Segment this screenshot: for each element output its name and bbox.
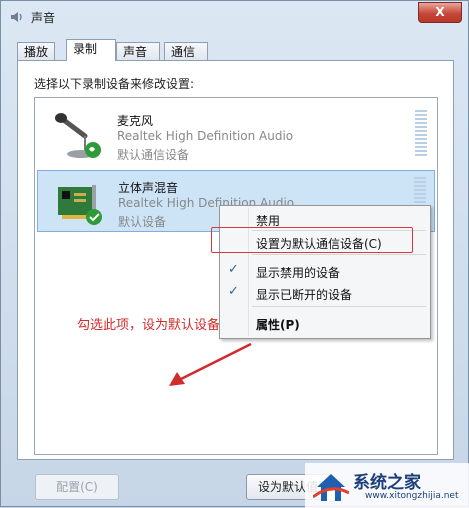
close-button[interactable]: X bbox=[418, 2, 462, 23]
watermark-url: www.xitongzhijia.net bbox=[365, 491, 459, 501]
context-menu: 禁用 设置为默认通信设备(C) ✓ 显示禁用的设备 ✓ 显示已断开的设备 属性(… bbox=[219, 205, 431, 339]
microphone-icon bbox=[55, 113, 101, 158]
device-description: Realtek High Definition Audio bbox=[117, 129, 294, 143]
speaker-icon bbox=[11, 12, 22, 22]
tab-recording[interactable]: 录制 bbox=[66, 39, 116, 61]
menu-item-show-disconnected[interactable]: 显示已断开的设备 bbox=[256, 286, 352, 303]
annotation-arrow bbox=[169, 342, 252, 386]
level-meter bbox=[415, 110, 427, 158]
device-status: 默认设备 bbox=[118, 215, 167, 229]
tab-communications[interactable]: 通信 bbox=[164, 42, 208, 60]
device-status: 默认通信设备 bbox=[117, 148, 190, 162]
panel-instruction: 选择以下录制设备来修改设置: bbox=[34, 77, 195, 91]
tab-sounds[interactable]: 声音 bbox=[116, 42, 160, 60]
device-name: 立体声混音 bbox=[118, 181, 179, 195]
menu-item-show-disabled[interactable]: 显示禁用的设备 bbox=[256, 264, 340, 281]
highlight-box bbox=[211, 227, 413, 253]
device-item-microphone[interactable]: 麦克风 Realtek High Definition Audio 默认通信设备 bbox=[37, 104, 435, 166]
watermark: 系统之家 www.xitongzhijia.net bbox=[305, 463, 469, 508]
check-icon: ✓ bbox=[228, 262, 239, 277]
device-name: 麦克风 bbox=[117, 114, 154, 128]
annotation-text: 勾选此项，设为默认设备 bbox=[77, 318, 221, 333]
check-icon: ✓ bbox=[228, 284, 239, 299]
house-logo-icon bbox=[313, 474, 349, 501]
title-bar: 声音 X bbox=[1, 1, 468, 33]
watermark-brand: 系统之家 bbox=[353, 473, 421, 493]
menu-item-properties[interactable]: 属性(P) bbox=[256, 316, 300, 333]
sound-card-icon bbox=[58, 185, 102, 225]
tab-playback[interactable]: 播放 bbox=[17, 42, 55, 60]
configure-button[interactable]: 配置(C) bbox=[35, 474, 119, 500]
sound-dialog: 声音 X 播放 录制 声音 通信 选择以下录制设备来修改设置: 麦克风 Real… bbox=[0, 0, 469, 508]
window-title: 声音 bbox=[31, 11, 56, 25]
